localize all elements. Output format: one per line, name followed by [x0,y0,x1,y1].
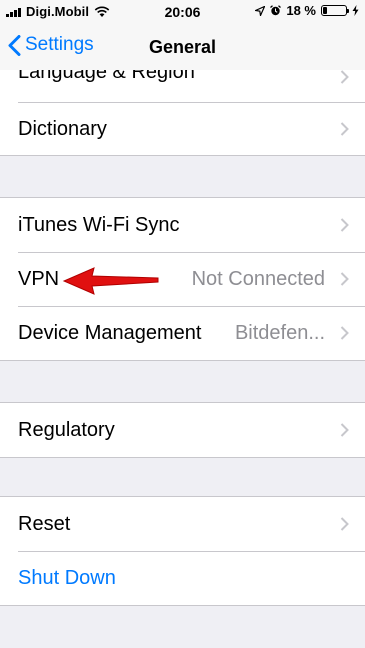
settings-group-regulatory: Regulatory [0,402,365,458]
row-label: Device Management [18,321,202,344]
alarm-icon [270,5,282,16]
list-item-vpn[interactable]: VPN Not Connected [0,252,365,306]
row-label: Shut Down [18,566,116,589]
row-label: Language & Region [18,70,195,83]
battery-fill [323,7,327,14]
settings-group-sync: iTunes Wi-Fi Sync VPN Not Connected Devi… [0,197,365,361]
row-label: Dictionary [18,117,107,140]
chevron-right-icon [340,423,349,437]
location-icon [255,5,266,16]
row-label: VPN [18,267,60,290]
list-item-itunes-wifi-sync[interactable]: iTunes Wi-Fi Sync [0,198,365,252]
settings-group-reset: Reset Shut Down [0,496,365,606]
settings-group-language: Language & Region Dictionary [0,70,365,156]
status-right: 18 % [255,3,359,18]
battery-icon [321,5,349,16]
chevron-right-icon [340,272,349,286]
list-item-dictionary[interactable]: Dictionary [0,102,365,155]
row-label: Regulatory [18,418,115,441]
battery-percent: 18 % [286,3,316,18]
shut-down-button[interactable]: Shut Down [0,551,365,605]
list-item-device-management[interactable]: Device Management Bitdefen... [0,306,365,360]
status-bar: Digi.Mobil 20:06 18 % [0,0,365,24]
list-item-regulatory[interactable]: Regulatory [0,403,365,457]
row-label: iTunes Wi-Fi Sync [18,213,180,236]
list-item-reset[interactable]: Reset [0,497,365,551]
row-value: Not Connected [191,267,325,290]
chevron-right-icon [340,122,349,136]
row-value: Bitdefen... [234,321,325,344]
chevron-right-icon [340,218,349,232]
charging-icon [352,5,359,16]
row-label: Reset [18,512,71,535]
chevron-right-icon [340,70,349,84]
list-item-language-region[interactable]: Language & Region [0,70,365,102]
navigation-bar: Settings General [0,24,365,70]
chevron-right-icon [340,326,349,340]
annotation-arrow-icon [62,267,159,295]
page-title: General [148,37,217,57]
chevron-right-icon [340,517,349,531]
